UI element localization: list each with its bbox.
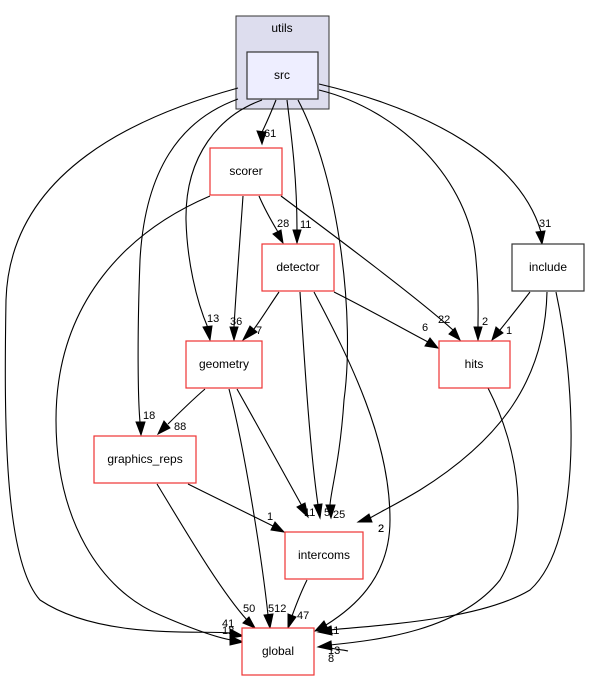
edge-graphics-intercoms[interactable]: 1 [187,483,286,533]
edge-label: 61 [264,128,276,140]
edge-label: 2 [378,523,384,535]
edge-label: 22 [438,314,450,326]
edge-label: 88 [174,421,186,433]
node-detector[interactable]: detector [261,243,335,292]
node-geometry[interactable]: geometry [185,340,263,389]
edge-label: 18 [143,410,155,422]
node-graphics-reps[interactable]: graphics_reps [93,435,197,484]
edge-label: 1 [267,511,273,523]
edge-label: 50 [243,603,255,615]
node-geometry-label: geometry [199,357,249,371]
edge-label: 8 [328,653,334,665]
node-intercoms-label: intercoms [298,548,350,562]
node-src-label: src [274,68,290,82]
edge-include-hits[interactable]: 1 [491,291,531,342]
edge-label: 1 [506,325,512,337]
edge-hits-global[interactable]: 13 [316,387,519,657]
edge-label: 2 [482,316,488,328]
node-src[interactable]: src [246,51,319,100]
edge-scorer-detector[interactable]: 28 [258,195,289,245]
edge-detector-geometry[interactable]: 7 [241,291,280,342]
edge-detector-global[interactable]: 2 [313,291,391,632]
edge-geometry-intercoms[interactable]: 11 [236,388,315,519]
node-graphics-reps-label: graphics_reps [107,452,182,466]
node-detector-label: detector [276,260,319,274]
edge-label: 7 [256,325,262,337]
edge-label: 5 [324,507,330,519]
edge-detector-intercoms[interactable]: 5 [299,291,330,520]
edge-label: 11 [300,219,311,231]
edge-src-geometry[interactable]: 13 [185,99,263,342]
edge-scorer-geometry[interactable]: 36 [229,195,244,342]
edge-src-intercoms[interactable]: 25 [297,99,349,521]
node-include-label: include [529,260,567,274]
node-intercoms[interactable]: intercoms [284,531,364,580]
edge-label: 12 [222,625,234,637]
edge-geometry-graphics[interactable]: 88 [156,388,206,436]
dependency-graph: utils 61 11 13 18 41 25 2 31 28 36 22 12… [4,15,585,676]
node-include[interactable]: include [511,243,585,292]
edge-src-hits[interactable]: 2 [318,89,488,342]
edge-label: 28 [277,218,289,230]
node-global-label: global [262,644,294,658]
edge-include-intercoms[interactable]: 2 [356,291,548,535]
edge-label: 25 [333,509,345,521]
edge-intercoms-global[interactable]: 47 [287,579,309,630]
node-hits-label: hits [465,357,484,371]
edge-label: 47 [297,610,309,622]
edge-label: 13 [207,313,219,325]
cluster-utils-label: utils [271,21,292,35]
node-scorer-label: scorer [229,164,262,178]
edge-label: 36 [230,316,242,328]
edge-label: 6 [422,322,428,334]
node-hits[interactable]: hits [438,340,511,389]
node-global[interactable]: global [241,627,315,676]
edge-label: 512 [268,603,286,615]
node-scorer[interactable]: scorer [209,147,283,196]
edge-label: 31 [539,218,551,230]
edge-label: 11 [304,507,315,519]
edge-graphics-global[interactable]: 50 [156,483,257,630]
edge-detector-hits[interactable]: 6 [333,291,440,349]
edge-label: 11 [328,625,339,637]
